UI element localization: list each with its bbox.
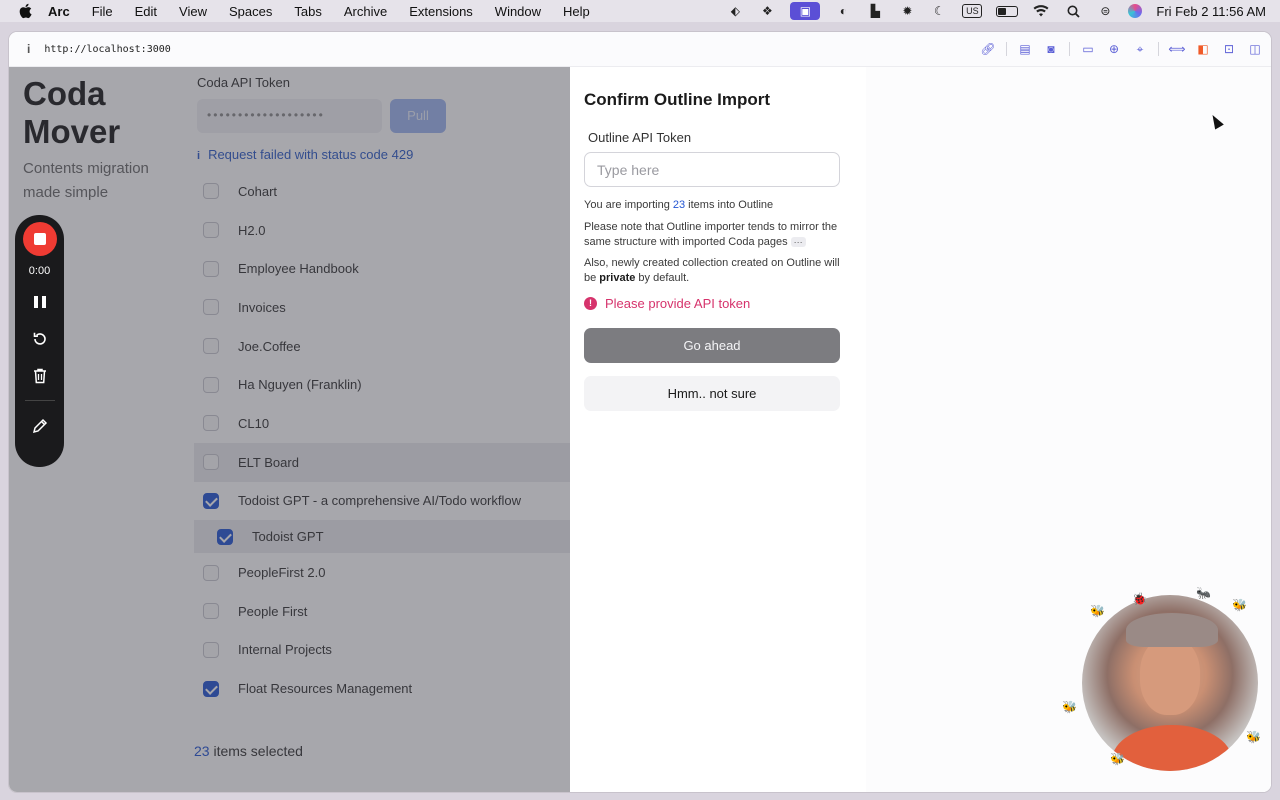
pause-button[interactable] — [28, 290, 52, 314]
error-icon: ! — [584, 297, 597, 310]
menu-archive[interactable]: Archive — [344, 4, 387, 19]
go-ahead-button[interactable]: Go ahead — [584, 328, 840, 363]
window-layout-icon[interactable]: ▙ — [866, 4, 884, 18]
keyboard-layout-badge[interactable]: US — [962, 4, 983, 18]
bee-sticker-icon: 🐝 — [1232, 598, 1247, 612]
webcam-bubble[interactable] — [1082, 595, 1258, 771]
toolbar-divider — [1006, 42, 1007, 56]
battery-icon[interactable] — [996, 5, 1019, 17]
modal-backdrop[interactable] — [9, 67, 570, 792]
screen-recorder-controls: 0:00 — [15, 215, 64, 467]
restart-button[interactable] — [28, 327, 52, 351]
camera-icon[interactable]: ◙ — [1043, 41, 1059, 57]
webcam-face — [1140, 637, 1200, 715]
apple-icon[interactable] — [18, 3, 32, 19]
menubar-status-area: ⬖ ❖ ▣ ◐ ▙ ✹ ☾ US ⊜ Fri Feb 2 11:56 AM — [726, 0, 1266, 22]
wifi-icon[interactable] — [1032, 4, 1050, 18]
globe-icon[interactable]: ⊕ — [1106, 41, 1122, 57]
navigation-arrow-icon[interactable]: ⬖ — [726, 4, 744, 18]
draw-button[interactable] — [28, 414, 52, 438]
brightness-icon[interactable]: ✹ — [898, 4, 916, 18]
address-bar[interactable]: i http://localhost:3000 🔗︎ ▤ ◙ ▭ ⊕ ⌖ ⟺ ◧… — [9, 32, 1271, 67]
toolbar-divider — [1069, 42, 1070, 56]
import-summary-prefix: You are importing — [584, 199, 673, 211]
record-extension-icon[interactable]: ⊡ — [1221, 41, 1237, 57]
webcam-hat — [1126, 613, 1218, 647]
ladybug-sticker-icon: 🐞 — [1132, 592, 1147, 606]
menu-tabs[interactable]: Tabs — [294, 4, 321, 19]
trash-icon — [33, 368, 46, 384]
menu-edit[interactable]: Edit — [135, 4, 157, 19]
menubar-clock[interactable]: Fri Feb 2 11:56 AM — [1156, 4, 1266, 19]
outline-token-input[interactable] — [584, 152, 840, 187]
outline-token-label: Outline API Token — [588, 130, 692, 145]
not-sure-button[interactable]: Hmm.. not sure — [584, 376, 840, 411]
extension-icon[interactable]: ⟺ — [1168, 41, 1185, 57]
terminal-icon[interactable]: ▭ — [1080, 41, 1096, 57]
recording-timer: 0:00 — [28, 265, 51, 277]
capture-icon[interactable]: ▤ — [1017, 41, 1033, 57]
webcam-shirt — [1112, 725, 1232, 771]
menu-bar: Arc File Edit View Spaces Tabs Archive E… — [0, 0, 1280, 22]
copy-link-icon[interactable]: 🔗︎ — [980, 41, 996, 57]
menu-app-name[interactable]: Arc — [48, 4, 70, 19]
bee-sticker-icon: 🐝 — [1110, 752, 1125, 766]
site-info-icon[interactable]: i — [27, 42, 30, 56]
token-error-text: Please provide API token — [605, 296, 751, 311]
menu-view[interactable]: View — [179, 4, 207, 19]
browser-toolbar: 🔗︎ ▤ ◙ ▭ ⊕ ⌖ ⟺ ◧ ⊡ ◫ — [980, 41, 1263, 57]
menu-extensions[interactable]: Extensions — [409, 4, 473, 19]
token-error: ! Please provide API token — [584, 296, 750, 311]
siri-icon[interactable] — [1128, 4, 1143, 18]
structure-note: Please note that Outline importer tends … — [584, 220, 846, 250]
spotlight-search-icon[interactable] — [1064, 4, 1082, 18]
bee-sticker-icon: 🐝 — [1246, 730, 1261, 744]
delete-recording-button[interactable] — [28, 364, 52, 388]
restart-icon — [33, 332, 46, 345]
half-circle-icon[interactable]: ◐ — [834, 4, 852, 18]
sidebar-toggle-icon[interactable]: ◫ — [1247, 41, 1263, 57]
crosshair-icon[interactable]: ⌖ — [1132, 41, 1148, 57]
stop-recording-button[interactable] — [22, 222, 57, 256]
moon-icon[interactable]: ☾ — [930, 4, 948, 18]
confirm-import-modal: Confirm Outline Import Outline API Token… — [570, 67, 866, 792]
extension-orange-icon[interactable]: ◧ — [1195, 41, 1211, 57]
import-summary: You are importing 23 items into Outline — [584, 198, 846, 213]
screen-recording-icon[interactable]: ▣ — [790, 2, 821, 20]
url-text[interactable]: http://localhost:3000 — [44, 44, 170, 55]
menu-spaces[interactable]: Spaces — [229, 4, 272, 19]
privacy-word: private — [599, 272, 636, 284]
toolbar-divider — [1158, 42, 1159, 56]
ant-sticker-icon: 🐜 — [1196, 586, 1211, 600]
pencil-icon — [32, 418, 47, 434]
modal-title: Confirm Outline Import — [584, 90, 771, 109]
privacy-note-suffix: by default. — [635, 272, 690, 284]
dropbox-icon[interactable]: ❖ — [758, 4, 776, 18]
recorder-divider — [24, 400, 55, 401]
pause-icon — [33, 296, 46, 308]
bee-sticker-icon: 🐝 — [1062, 700, 1077, 714]
import-count: 23 — [672, 199, 686, 211]
control-center-icon[interactable]: ⊜ — [1096, 4, 1114, 18]
menu-help[interactable]: Help — [563, 4, 590, 19]
menu-window[interactable]: Window — [495, 4, 541, 19]
privacy-note: Also, newly created collection created o… — [584, 256, 846, 286]
import-summary-suffix: items into Outline — [685, 199, 774, 211]
menu-file[interactable]: File — [92, 4, 113, 19]
bee-sticker-icon: 🐝 — [1090, 604, 1105, 618]
more-icon[interactable]: ··· — [790, 237, 806, 247]
